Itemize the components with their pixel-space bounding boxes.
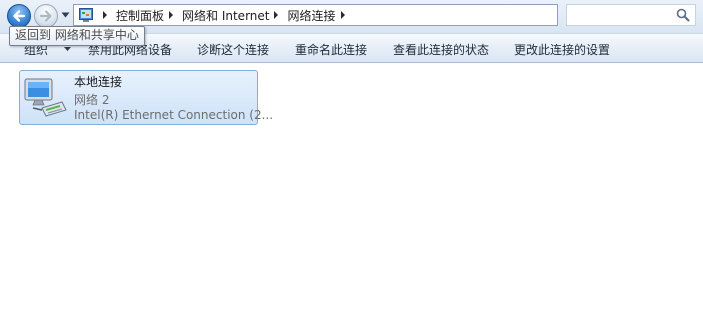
search-icon[interactable] [676, 8, 690, 22]
breadcrumb-network-internet[interactable]: 网络和 Internet [182, 7, 269, 24]
view-status-button[interactable]: 查看此连接的状态 [393, 41, 489, 58]
forward-arrow-icon [39, 10, 52, 22]
breadcrumb: 控制面板 网络和 Internet 网络连接 [98, 5, 354, 25]
chevron-down-icon[interactable] [64, 47, 71, 51]
breadcrumb-arrow-icon[interactable] [340, 11, 345, 19]
back-tooltip: 返回到 网络和共享中心 [9, 26, 145, 46]
back-button[interactable] [7, 4, 31, 28]
change-settings-button[interactable]: 更改此连接的设置 [514, 41, 610, 58]
breadcrumb-control-panel[interactable]: 控制面板 [116, 7, 164, 24]
network-adapter-icon [24, 78, 67, 117]
breadcrumb-arrow-icon[interactable] [274, 11, 279, 19]
breadcrumb-network-connections[interactable]: 网络连接 [287, 7, 335, 24]
breadcrumb-arrow-icon[interactable] [103, 11, 107, 19]
forward-button[interactable] [34, 4, 58, 28]
control-panel-icon [79, 8, 93, 22]
chevron-down-icon[interactable] [61, 12, 70, 18]
rename-connection-button[interactable]: 重命名此连接 [295, 41, 367, 58]
connection-name: 本地连接 [74, 75, 123, 89]
connection-item[interactable]: 本地连接 网络 2 Intel(R) Ethernet Connection (… [19, 70, 273, 125]
connections-list: 本地连接 网络 2 Intel(R) Ethernet Connection (… [0, 63, 703, 324]
search-input[interactable] [566, 4, 696, 26]
connection-device: Intel(R) Ethernet Connection (2... [74, 108, 274, 122]
address-bar[interactable]: 控制面板 网络和 Internet 网络连接 [73, 4, 558, 26]
connection-network: 网络 2 [74, 93, 110, 107]
diagnose-connection-button[interactable]: 诊断这个连接 [197, 41, 269, 58]
back-arrow-icon [13, 10, 26, 22]
breadcrumb-arrow-icon[interactable] [169, 11, 174, 19]
